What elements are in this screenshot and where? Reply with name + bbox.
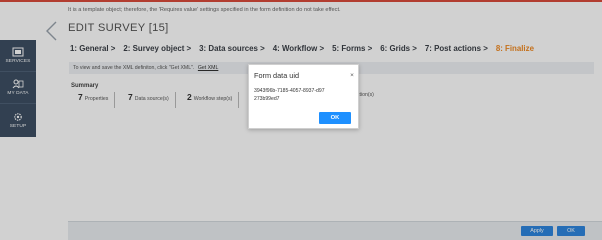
form-data-uid-value: 3943f96b-7185-4057-8937-d97273b99ed7	[254, 88, 325, 102]
dialog-ok-button[interactable]: OK	[319, 112, 351, 124]
close-icon[interactable]: ×	[348, 71, 356, 79]
form-data-uid-dialog: Form data uid × 3943f96b-7185-4057-8937-…	[248, 64, 359, 129]
dialog-title: Form data uid	[254, 71, 300, 80]
